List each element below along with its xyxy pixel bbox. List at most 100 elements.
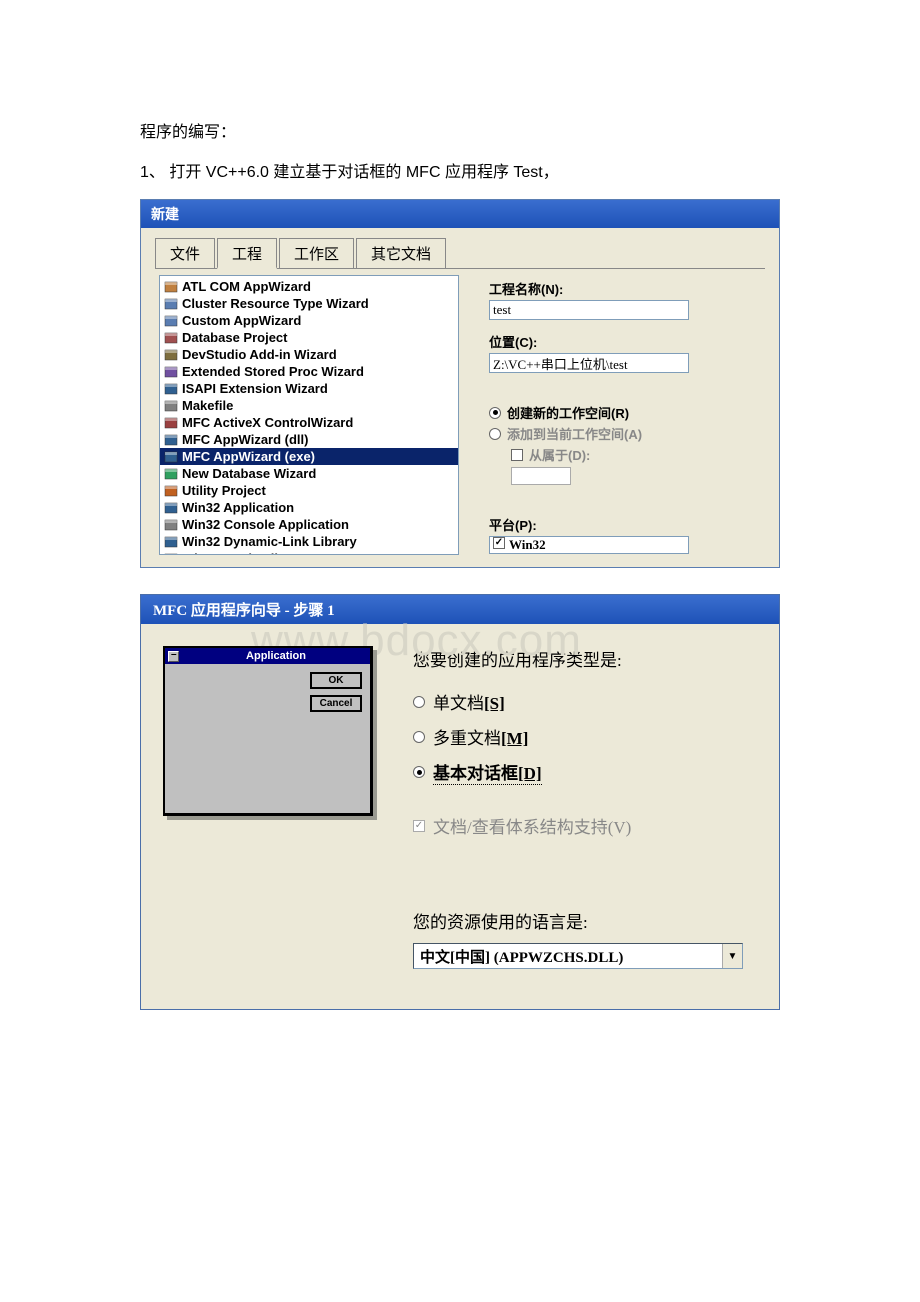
list-item[interactable]: MFC AppWizard (dll) bbox=[160, 431, 458, 448]
list-item[interactable]: Win32 Application bbox=[160, 499, 458, 516]
checkbox-doc-view: 文档/查看体系结构支持(V) bbox=[413, 813, 761, 838]
list-item-label: Win32 Application bbox=[182, 499, 294, 516]
radio-icon bbox=[413, 696, 425, 708]
tabs: 文件 工程 工作区 其它文档 bbox=[155, 238, 765, 269]
radio-add-workspace[interactable]: 添加到当前工作空间(A) bbox=[489, 424, 761, 443]
checkbox-icon bbox=[493, 537, 505, 549]
project-type-icon bbox=[164, 450, 178, 464]
list-item[interactable]: New Database Wizard bbox=[160, 465, 458, 482]
project-name-input[interactable] bbox=[489, 300, 689, 320]
doc-text-2: 1、 打开 VC++6.0 建立基于对话框的 MFC 应用程序 Test， bbox=[140, 160, 780, 186]
dialog-title: 新建 bbox=[141, 200, 779, 228]
list-item-label: ATL COM AppWizard bbox=[182, 278, 311, 295]
list-item[interactable]: MFC AppWizard (exe) bbox=[160, 448, 458, 465]
project-type-icon bbox=[164, 314, 178, 328]
preview-window: Application OK Cancel bbox=[163, 646, 373, 816]
radio-label: 单文档[S] bbox=[433, 689, 505, 714]
list-item-label: Extended Stored Proc Wizard bbox=[182, 363, 364, 380]
list-item-label: Win32 Console Application bbox=[182, 516, 349, 533]
preview-cancel-button: Cancel bbox=[310, 695, 362, 712]
list-item[interactable]: Database Project bbox=[160, 329, 458, 346]
preview-title: Application bbox=[182, 650, 370, 662]
list-item-label: Cluster Resource Type Wizard bbox=[182, 295, 369, 312]
radio-label: 创建新的工作空间(R) bbox=[507, 403, 629, 422]
radio-icon bbox=[413, 731, 425, 743]
project-type-icon bbox=[164, 518, 178, 532]
project-type-icon bbox=[164, 348, 178, 362]
list-item[interactable]: ISAPI Extension Wizard bbox=[160, 380, 458, 397]
radio-dialog-based[interactable]: 基本对话框[D] bbox=[413, 759, 761, 785]
radio-single-doc[interactable]: 单文档[S] bbox=[413, 689, 761, 714]
project-name-label: 工程名称(N): bbox=[489, 279, 761, 298]
platforms-list[interactable]: Win32 bbox=[489, 536, 689, 554]
list-item[interactable]: Cluster Resource Type Wizard bbox=[160, 295, 458, 312]
radio-icon bbox=[489, 407, 501, 419]
language-question: 您的资源使用的语言是: bbox=[413, 908, 761, 933]
list-item-label: Makefile bbox=[182, 397, 233, 414]
new-project-dialog: 新建 文件 工程 工作区 其它文档 ATL COM AppWizardClust… bbox=[140, 199, 780, 568]
checkbox-dependent: 从属于(D): bbox=[511, 445, 761, 464]
language-combo[interactable]: 中文[中国] (APPWZCHS.DLL) ▼ bbox=[413, 943, 743, 969]
tab-files[interactable]: 文件 bbox=[155, 238, 215, 268]
list-item-label: New Database Wizard bbox=[182, 465, 316, 482]
doc-text-1: 程序的编写： bbox=[140, 120, 780, 146]
radio-label: 添加到当前工作空间(A) bbox=[507, 424, 642, 443]
dependent-input bbox=[511, 467, 571, 485]
project-type-icon bbox=[164, 501, 178, 515]
project-type-icon bbox=[164, 331, 178, 345]
radio-icon bbox=[489, 428, 501, 440]
list-item[interactable]: Utility Project bbox=[160, 482, 458, 499]
checkbox-icon bbox=[511, 449, 523, 461]
list-item-label: Utility Project bbox=[182, 482, 266, 499]
radio-label: 多重文档[M] bbox=[433, 724, 528, 749]
radio-icon bbox=[413, 766, 425, 778]
project-type-icon bbox=[164, 433, 178, 447]
list-item[interactable]: Win32 Dynamic-Link Library bbox=[160, 533, 458, 550]
sysmenu-icon bbox=[168, 651, 179, 662]
project-type-icon bbox=[164, 552, 178, 556]
list-item-label: Custom AppWizard bbox=[182, 312, 301, 329]
project-type-list[interactable]: ATL COM AppWizardCluster Resource Type W… bbox=[159, 275, 459, 555]
list-item-label: Win32 Static Library bbox=[182, 550, 307, 555]
tab-projects[interactable]: 工程 bbox=[217, 238, 277, 269]
list-item[interactable]: DevStudio Add-in Wizard bbox=[160, 346, 458, 363]
list-item[interactable]: Makefile bbox=[160, 397, 458, 414]
list-item[interactable]: Win32 Static Library bbox=[160, 550, 458, 555]
radio-create-workspace[interactable]: 创建新的工作空间(R) bbox=[489, 403, 761, 422]
project-type-icon bbox=[164, 280, 178, 294]
wizard-title: MFC 应用程序向导 - 步骤 1 bbox=[141, 595, 779, 624]
list-item-label: Win32 Dynamic-Link Library bbox=[182, 533, 357, 550]
project-type-icon bbox=[164, 297, 178, 311]
project-type-icon bbox=[164, 484, 178, 498]
radio-label: 基本对话框[D] bbox=[433, 759, 542, 785]
list-item[interactable]: Extended Stored Proc Wizard bbox=[160, 363, 458, 380]
preview-ok-button: OK bbox=[310, 672, 362, 689]
app-type-question: 您要创建的应用程序类型是: bbox=[413, 646, 761, 671]
project-type-icon bbox=[164, 467, 178, 481]
project-type-icon bbox=[164, 382, 178, 396]
list-item-label: MFC AppWizard (dll) bbox=[182, 431, 309, 448]
checkbox-icon bbox=[413, 820, 425, 832]
project-type-icon bbox=[164, 399, 178, 413]
list-item-label: MFC AppWizard (exe) bbox=[182, 448, 315, 465]
tab-other[interactable]: 其它文档 bbox=[356, 238, 446, 268]
project-type-icon bbox=[164, 535, 178, 549]
language-value: 中文[中国] (APPWZCHS.DLL) bbox=[414, 944, 722, 969]
platforms-label: 平台(P): bbox=[489, 515, 761, 534]
list-item[interactable]: MFC ActiveX ControlWizard bbox=[160, 414, 458, 431]
list-item-label: Database Project bbox=[182, 329, 288, 346]
list-item-label: ISAPI Extension Wizard bbox=[182, 380, 328, 397]
list-item[interactable]: ATL COM AppWizard bbox=[160, 278, 458, 295]
list-item-label: MFC ActiveX ControlWizard bbox=[182, 414, 353, 431]
project-type-icon bbox=[164, 416, 178, 430]
project-type-icon bbox=[164, 365, 178, 379]
list-item[interactable]: Custom AppWizard bbox=[160, 312, 458, 329]
radio-multi-doc[interactable]: 多重文档[M] bbox=[413, 724, 761, 749]
location-input[interactable] bbox=[489, 353, 689, 373]
tab-workspaces[interactable]: 工作区 bbox=[279, 238, 354, 268]
list-item[interactable]: Win32 Console Application bbox=[160, 516, 458, 533]
checkbox-label: 文档/查看体系结构支持(V) bbox=[433, 813, 631, 838]
chevron-down-icon[interactable]: ▼ bbox=[722, 944, 742, 968]
preview-pane: Application OK Cancel bbox=[163, 646, 383, 969]
checkbox-label: 从属于(D): bbox=[529, 445, 590, 464]
